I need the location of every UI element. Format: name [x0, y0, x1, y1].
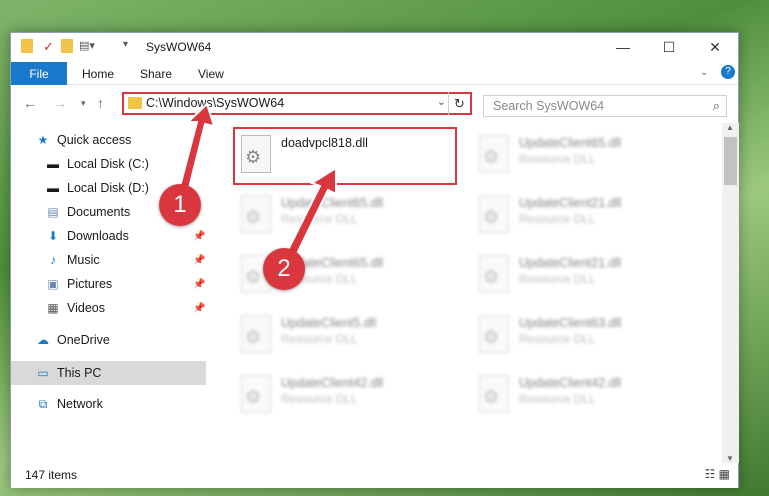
annotation-arrows: [175, 102, 337, 268]
step-marker-2: 2: [263, 248, 305, 290]
step-marker-1: 1: [159, 184, 201, 226]
